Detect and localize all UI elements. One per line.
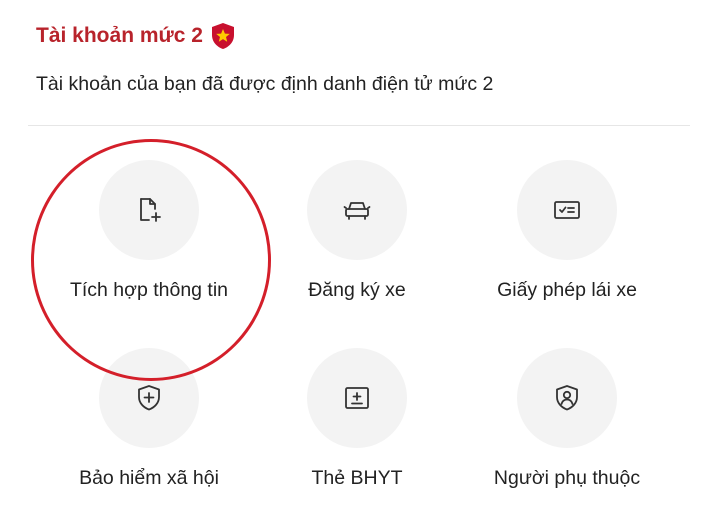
service-icon-circle bbox=[99, 160, 199, 260]
service-driving-license[interactable]: Giấy phép lái xe bbox=[457, 160, 677, 310]
service-label: Người phụ thuộc bbox=[493, 467, 641, 489]
service-label: Giấy phép lái xe bbox=[497, 279, 637, 301]
service-integrate-info[interactable]: Tích hợp thông tin bbox=[39, 160, 259, 310]
service-social-insurance[interactable]: Bảo hiểm xã hội bbox=[39, 348, 259, 498]
service-label: Đăng ký xe bbox=[308, 279, 406, 301]
user-shield-icon bbox=[556, 385, 578, 411]
service-label: Thẻ BHYT bbox=[311, 467, 403, 489]
car-icon bbox=[343, 202, 371, 220]
service-icon-circle bbox=[517, 160, 617, 260]
account-level-description: Tài khoản của bạn đã được định danh điện… bbox=[36, 73, 494, 95]
section-divider bbox=[28, 125, 690, 126]
service-label: Tích hợp thông tin bbox=[69, 279, 229, 301]
shield-star-icon bbox=[211, 23, 234, 49]
account-level-header: Tài khoản mức 2 bbox=[36, 22, 235, 50]
service-label: Bảo hiểm xã hội bbox=[79, 467, 219, 489]
account-level-title: Tài khoản mức 2 bbox=[36, 24, 203, 47]
service-icon-circle bbox=[307, 348, 407, 448]
service-health-insurance-card[interactable]: Thẻ BHYT bbox=[247, 348, 467, 498]
service-icon-circle bbox=[99, 348, 199, 448]
license-card-icon bbox=[554, 201, 580, 219]
service-icon-circle bbox=[517, 348, 617, 448]
service-icon-circle bbox=[307, 160, 407, 260]
service-vehicle-registration[interactable]: Đăng ký xe bbox=[247, 160, 467, 310]
file-add-icon bbox=[140, 198, 161, 222]
health-card-icon bbox=[345, 387, 369, 409]
shield-plus-icon bbox=[138, 385, 160, 411]
account-services-panel: Tài khoản mức 2 Tài khoản của bạn đã đượ… bbox=[0, 0, 714, 517]
service-dependents[interactable]: Người phụ thuộc bbox=[457, 348, 677, 498]
